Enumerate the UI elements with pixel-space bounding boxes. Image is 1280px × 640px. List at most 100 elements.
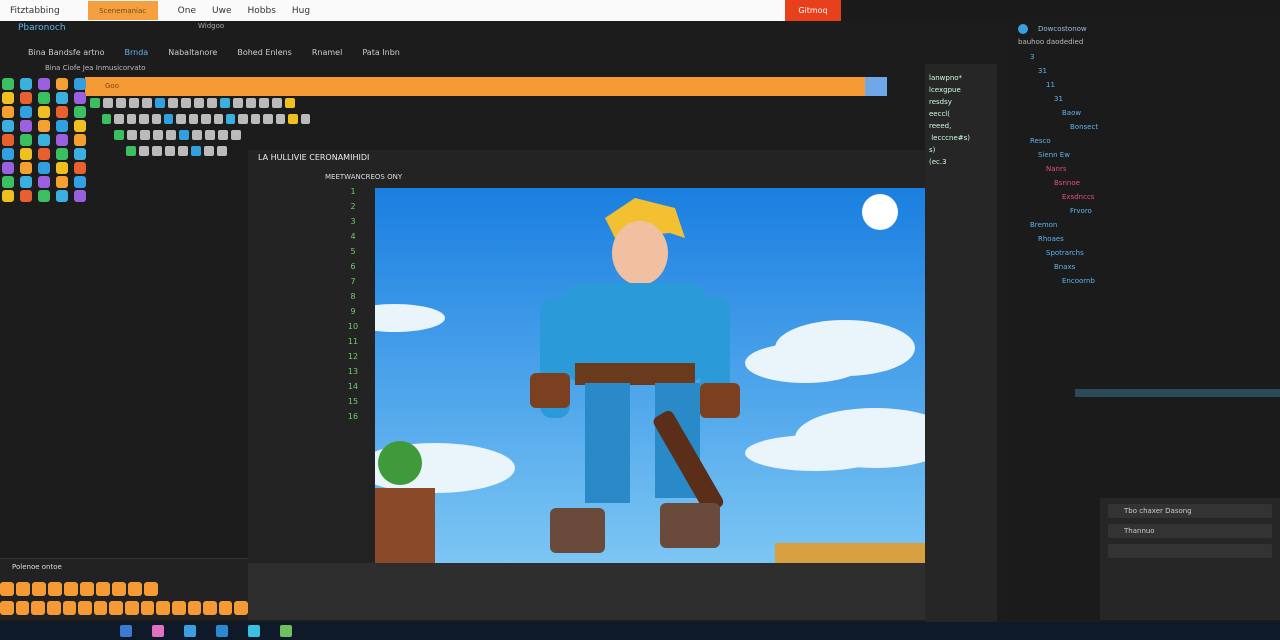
- tool-icon[interactable]: [176, 114, 186, 124]
- palette-button[interactable]: [80, 582, 94, 596]
- tool-icon[interactable]: [151, 114, 162, 124]
- tool-icon[interactable]: [231, 130, 241, 140]
- palette-button[interactable]: [234, 601, 248, 615]
- tree-item[interactable]: Frvoro: [1020, 204, 1098, 218]
- asset-icon[interactable]: [20, 162, 32, 174]
- tree-item[interactable]: Bnaxs: [1020, 260, 1098, 274]
- menu-item[interactable]: Hug: [292, 6, 310, 16]
- palette-button[interactable]: [125, 601, 139, 615]
- tool-icon[interactable]: [155, 98, 165, 108]
- tool-icon[interactable]: [90, 98, 100, 108]
- tree-item[interactable]: Bremon: [1020, 218, 1098, 232]
- tool-icon[interactable]: [166, 130, 176, 140]
- asset-icon[interactable]: [74, 92, 86, 104]
- asset-icon[interactable]: [2, 190, 14, 202]
- tool-icon[interactable]: [263, 114, 273, 124]
- asset-icon[interactable]: [74, 176, 86, 188]
- asset-icon[interactable]: [56, 78, 68, 90]
- tool-icon[interactable]: [204, 146, 214, 156]
- tool-icon[interactable]: [218, 130, 228, 140]
- property-row[interactable]: [1108, 544, 1272, 558]
- tool-icon[interactable]: [165, 146, 175, 156]
- tool-icon[interactable]: [168, 98, 178, 108]
- action-button[interactable]: Gitmoq: [785, 0, 841, 21]
- asset-icon[interactable]: [56, 120, 68, 132]
- tool-icon[interactable]: [142, 98, 152, 108]
- palette-button[interactable]: [0, 582, 14, 596]
- asset-icon[interactable]: [38, 92, 50, 104]
- palette-button[interactable]: [140, 601, 155, 615]
- tool-icon[interactable]: [233, 98, 243, 108]
- palette-button[interactable]: [15, 601, 30, 615]
- tree-item[interactable]: Encoornb: [1020, 274, 1098, 288]
- tree-item[interactable]: 3: [1020, 50, 1098, 64]
- tool-icon[interactable]: [194, 98, 204, 108]
- palette-button[interactable]: [62, 601, 77, 615]
- palette-button[interactable]: [0, 601, 14, 615]
- toolbar-item[interactable]: Brnda: [125, 48, 149, 57]
- asset-icon[interactable]: [38, 120, 50, 132]
- palette-button[interactable]: [93, 601, 108, 615]
- tree-item[interactable]: 31: [1020, 64, 1098, 78]
- tool-icon[interactable]: [191, 146, 201, 156]
- asset-icon[interactable]: [20, 190, 32, 202]
- asset-icon[interactable]: [74, 162, 86, 174]
- tool-icon[interactable]: [288, 114, 298, 124]
- tool-icon[interactable]: [139, 114, 149, 124]
- palette-button[interactable]: [64, 582, 78, 596]
- palette-button[interactable]: [128, 582, 142, 596]
- image-button[interactable]: [865, 77, 887, 96]
- tool-icon[interactable]: [246, 98, 256, 108]
- asset-icon[interactable]: [74, 120, 86, 132]
- asset-icon[interactable]: [20, 176, 32, 188]
- tree-item[interactable]: Nanrs: [1020, 162, 1098, 176]
- asset-icon[interactable]: [56, 162, 68, 174]
- asset-icon[interactable]: [56, 92, 68, 104]
- asset-icon[interactable]: [74, 106, 86, 118]
- tool-icon[interactable]: [116, 98, 126, 108]
- palette-button[interactable]: [16, 582, 30, 596]
- tree-item[interactable]: 31: [1020, 92, 1098, 106]
- tool-icon[interactable]: [164, 114, 174, 124]
- asset-icon[interactable]: [56, 134, 68, 146]
- tool-icon[interactable]: [213, 114, 224, 124]
- palette-button[interactable]: [218, 601, 233, 615]
- palette-button[interactable]: [46, 601, 61, 615]
- asset-icon[interactable]: [20, 78, 32, 90]
- toolbar-item[interactable]: Bohed Enlens: [237, 48, 292, 57]
- tree-item[interactable]: Resco: [1020, 134, 1098, 148]
- asset-icon[interactable]: [2, 148, 14, 160]
- asset-icon[interactable]: [2, 78, 14, 90]
- asset-icon[interactable]: [74, 190, 86, 202]
- asset-icon[interactable]: [2, 162, 14, 174]
- tool-icon[interactable]: [153, 130, 163, 140]
- tool-icon[interactable]: [179, 130, 189, 140]
- taskbar-app-icon[interactable]: [152, 625, 164, 637]
- tree-item[interactable]: Rhoaes: [1020, 232, 1098, 246]
- taskbar-app-icon[interactable]: [216, 625, 228, 637]
- tool-icon[interactable]: [220, 98, 230, 108]
- tool-icon[interactable]: [178, 146, 188, 156]
- toolbar-item[interactable]: Nabaltanore: [168, 48, 217, 57]
- palette-button[interactable]: [48, 582, 62, 596]
- tool-icon[interactable]: [259, 98, 269, 108]
- asset-icon[interactable]: [56, 190, 68, 202]
- palette-button[interactable]: [203, 601, 217, 615]
- asset-icon[interactable]: [74, 78, 86, 90]
- tool-icon[interactable]: [238, 114, 248, 124]
- property-row[interactable]: Tbo chaxer Dasong: [1108, 504, 1272, 518]
- asset-icon[interactable]: [74, 134, 86, 146]
- tree-item[interactable]: 11: [1020, 78, 1098, 92]
- asset-icon[interactable]: [20, 148, 32, 160]
- palette-button[interactable]: [156, 601, 170, 615]
- tool-icon[interactable]: [192, 130, 202, 140]
- tool-icon[interactable]: [102, 114, 112, 124]
- asset-icon[interactable]: [56, 106, 68, 118]
- asset-icon[interactable]: [56, 148, 68, 160]
- asset-icon[interactable]: [38, 176, 50, 188]
- toolbar-item[interactable]: Bina Bandsfe artno: [28, 48, 105, 57]
- tool-icon[interactable]: [139, 146, 149, 156]
- tool-icon[interactable]: [226, 114, 236, 124]
- taskbar-app-icon[interactable]: [184, 625, 196, 637]
- palette-button[interactable]: [109, 601, 123, 615]
